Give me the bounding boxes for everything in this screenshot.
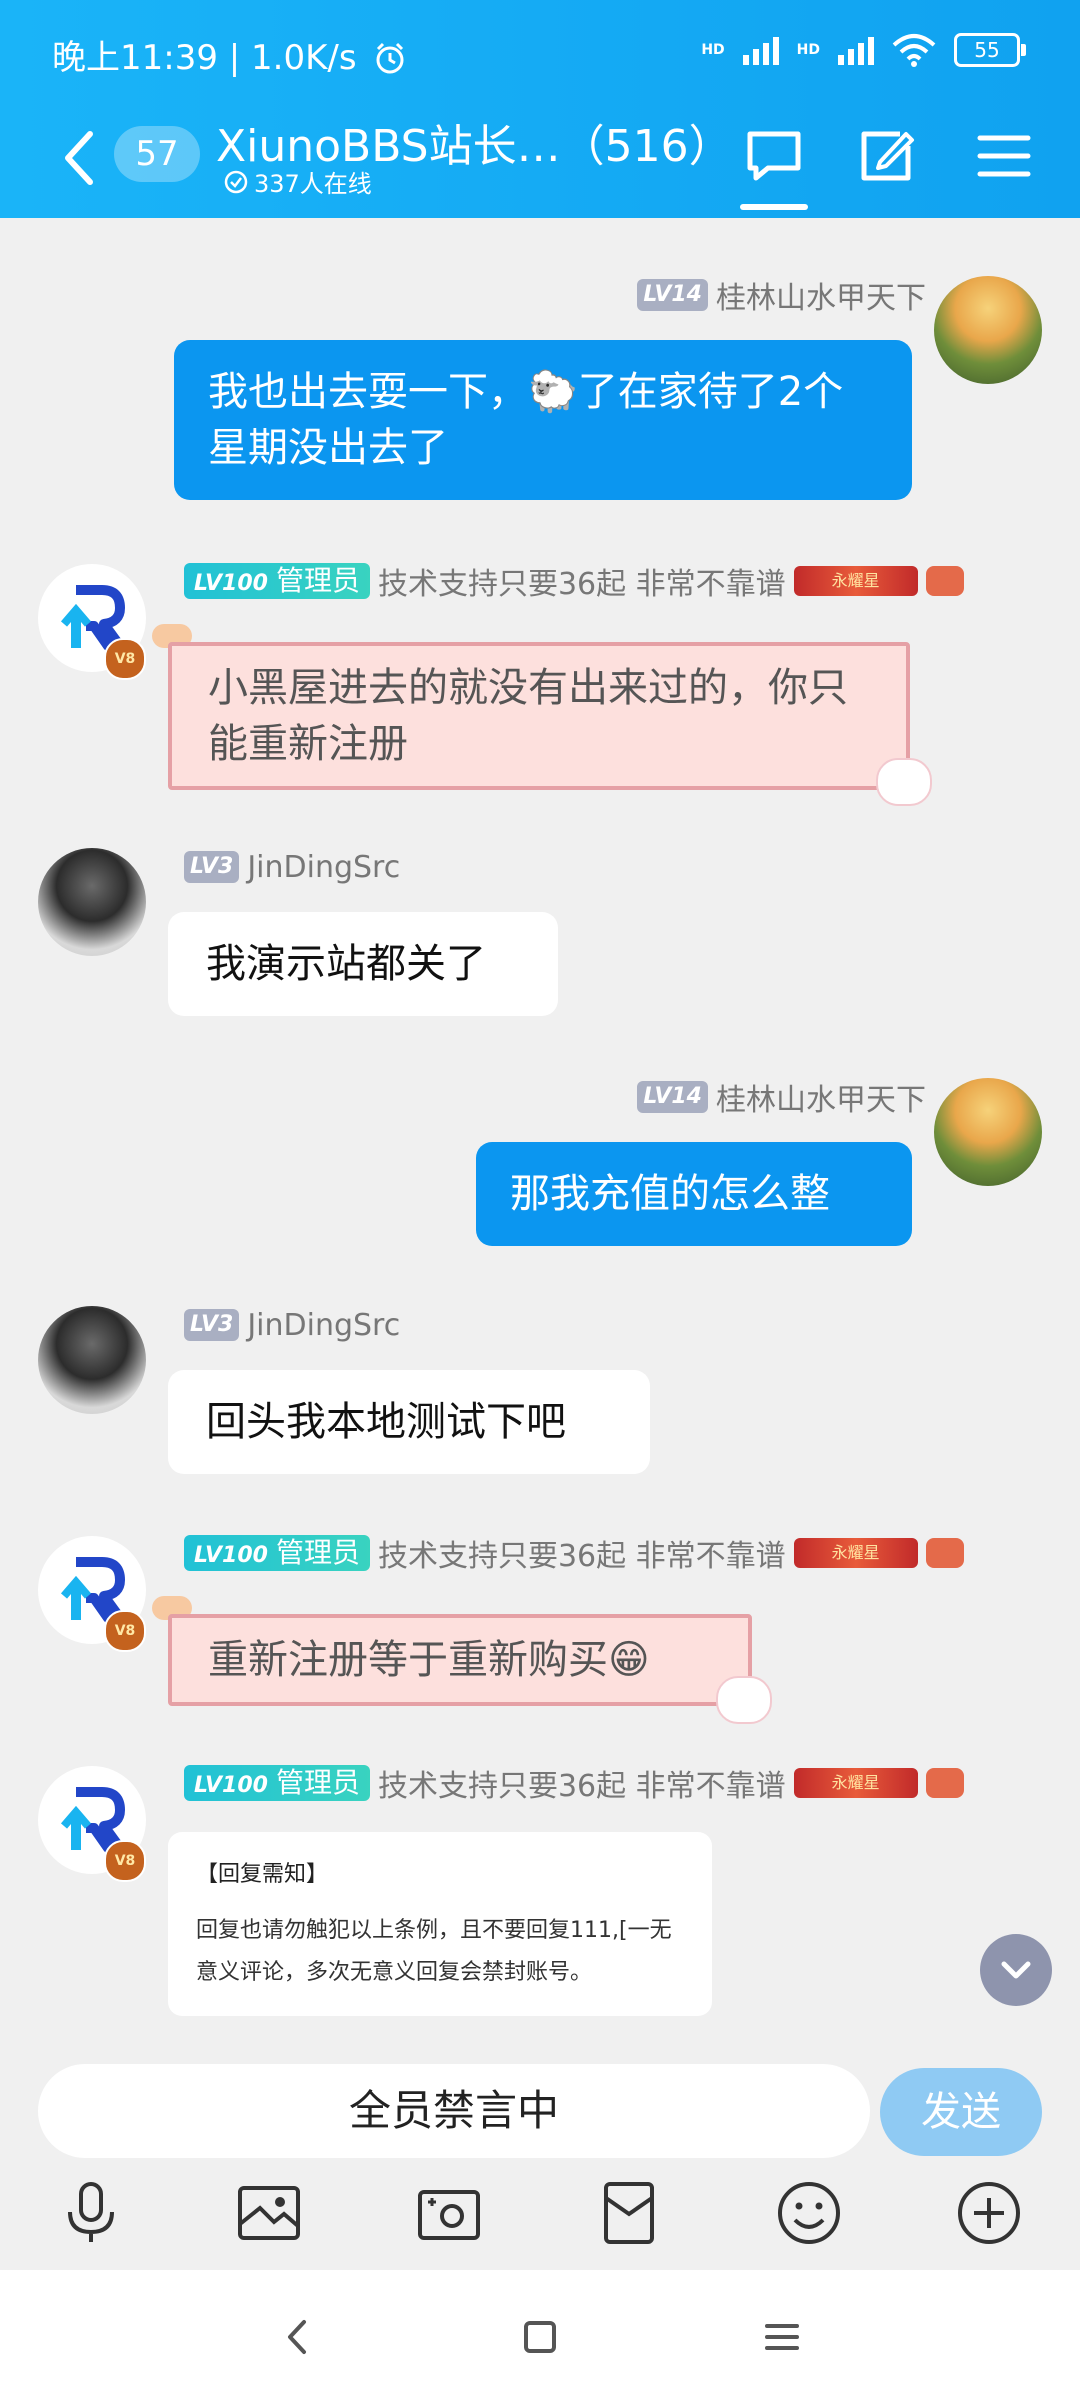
vip-badge: V8 (104, 638, 146, 680)
edit-icon[interactable] (856, 126, 916, 186)
signal-hd-label: HD (701, 42, 725, 58)
sender-name[interactable]: 技术支持只要36起 非常不靠谱 (378, 559, 786, 603)
unread-count-badge[interactable]: 57 (114, 126, 200, 182)
sender-meta: LV14 桂林山水甲天下 (637, 1080, 926, 1118)
notice-card-title: 【回复需知】 (196, 1862, 329, 1887)
sender-name[interactable]: 桂林山水甲天下 (716, 273, 926, 317)
image-icon[interactable] (234, 2178, 304, 2248)
medal-icon (925, 1538, 964, 1568)
header: 晚上11:39 | 1.0K/s HD HD 55 57 XiunoBBS站长…… (0, 0, 1080, 218)
notice-card[interactable]: 【回复需知】 回复也请勿触犯以上条例，且不要回复111,[一无意义评论，多次无意… (168, 1832, 712, 2016)
check-circle-icon (224, 170, 248, 193)
medal-icon (925, 1768, 964, 1798)
admin-badge: LV100 管理员 (184, 563, 370, 599)
sender-meta: LV3 JinDingSrc (184, 850, 400, 885)
message-bubble[interactable]: 那我充值的怎么整 (476, 1142, 912, 1246)
avatar[interactable] (934, 1078, 1042, 1186)
level-badge: LV14 (637, 279, 708, 311)
message-bubble[interactable]: 我也出去耍一下，🐑了在家待了2个星期没出去了 (174, 340, 912, 500)
message-item: V8 LV100 管理员 技术支持只要36起 非常不靠谱 永耀星 【回复需知】 回… (0, 1765, 1080, 2036)
system-nav-bar (0, 2270, 1080, 2400)
message-bubble[interactable]: 小黑屋进去的就没有出来过的，你只能重新注册 (168, 642, 910, 790)
medal-badge: 永耀星 (793, 1538, 918, 1568)
admin-badge: LV100 管理员 (184, 1535, 370, 1571)
red-packet-icon[interactable] (594, 2178, 664, 2248)
alarm-icon (376, 42, 404, 74)
medal-icon (925, 566, 964, 596)
mic-icon[interactable] (56, 2178, 126, 2248)
sender-meta: LV100 管理员 技术支持只要36起 非常不靠谱 永耀星 (184, 1765, 964, 1804)
notice-card-text: 回复也请勿触犯以上条例，且不要回复111,[一无意义评论，多次无意义回复会禁封账… (196, 1918, 672, 1985)
vip-badge: V8 (104, 1840, 146, 1882)
message-item: LV14 桂林山水甲天下 那我充值的怎么整 (0, 1078, 1080, 1278)
battery-icon: 55 (954, 33, 1026, 67)
level-badge: LV3 (184, 851, 240, 883)
sender-name[interactable]: 桂林山水甲天下 (716, 1075, 926, 1119)
pig-sticker-icon (716, 1676, 772, 1724)
admin-badge: LV100 管理员 (184, 1765, 370, 1801)
chat-icon[interactable] (744, 126, 804, 186)
message-item: LV14 桂林山水甲天下 我也出去耍一下，🐑了在家待了2个星期没出去了 (0, 218, 1080, 528)
medal-badge: 永耀星 (793, 566, 918, 596)
level-badge: LV3 (184, 1309, 240, 1341)
sender-name[interactable]: JinDingSrc (247, 850, 400, 885)
online-text: 337人在线 (254, 170, 372, 198)
system-back-icon[interactable] (272, 2312, 322, 2362)
sender-meta: LV3 JinDingSrc (184, 1308, 400, 1343)
sender-name[interactable]: 技术支持只要36起 非常不靠谱 (378, 1761, 786, 1805)
wifi-icon (892, 34, 936, 67)
sender-meta: LV14 桂林山水甲天下 (637, 278, 926, 316)
medal-badge: 永耀星 (793, 1768, 918, 1798)
message-bubble[interactable]: 我演示站都关了 (168, 912, 558, 1016)
message-bubble[interactable]: 回头我本地测试下吧 (168, 1370, 650, 1474)
status-bar: 晚上11:39 | 1.0K/s HD HD 55 (0, 0, 1080, 100)
emoji-icon[interactable] (774, 2178, 844, 2248)
avatar[interactable] (38, 848, 146, 956)
message-item: V8 LV100 管理员 技术支持只要36起 非常不靠谱 永耀星 重新注册等于重新… (0, 1535, 1080, 1736)
system-menu-icon[interactable] (757, 2312, 807, 2362)
signal-icon (742, 35, 779, 65)
back-arrow-icon[interactable] (56, 128, 104, 188)
message-item: LV3 JinDingSrc 我演示站都关了 (0, 848, 1080, 1048)
menu-icon[interactable] (974, 126, 1034, 186)
camera-icon[interactable] (414, 2178, 484, 2248)
send-button[interactable]: 发送 (880, 2068, 1042, 2156)
plus-icon[interactable] (954, 2178, 1024, 2248)
online-count[interactable]: 337人在线 (224, 164, 372, 199)
status-time: 晚上11:39 | 1.0K/s (52, 30, 407, 79)
signal-icon-2 (838, 35, 874, 65)
vip-badge: V8 (104, 1610, 146, 1652)
message-bubble[interactable]: 重新注册等于重新购买😁 (168, 1614, 752, 1706)
signal-hd-label-2: HD (796, 42, 820, 58)
sender-name[interactable]: JinDingSrc (247, 1308, 400, 1343)
avatar[interactable] (934, 276, 1042, 384)
message-input[interactable]: 全员禁言中 (38, 2064, 870, 2158)
level-badge: LV14 (637, 1081, 708, 1113)
tab-active-indicator (740, 204, 808, 210)
message-item: LV3 JinDingSrc 回头我本地测试下吧 (0, 1306, 1080, 1506)
chat-list[interactable]: LV14 桂林山水甲天下 我也出去耍一下，🐑了在家待了2个星期没出去了 V8 L… (0, 218, 1080, 2044)
sender-meta: LV100 管理员 技术支持只要36起 非常不靠谱 永耀星 (184, 563, 964, 602)
system-home-icon[interactable] (515, 2312, 565, 2362)
sender-meta: LV100 管理员 技术支持只要36起 非常不靠谱 永耀星 (184, 1535, 964, 1574)
chevron-down-icon (1001, 1961, 1031, 1979)
input-area: 全员禁言中 发送 (0, 2044, 1080, 2270)
status-icons: HD HD 55 (701, 30, 1026, 70)
scroll-to-bottom-button[interactable] (980, 1934, 1052, 2006)
sender-name[interactable]: 技术支持只要36起 非常不靠谱 (378, 1531, 786, 1575)
nav-bar: 57 XiunoBBS站长…（516） 337人在线 (0, 100, 1080, 218)
pig-sticker-icon (876, 758, 932, 806)
avatar[interactable] (38, 1306, 146, 1414)
